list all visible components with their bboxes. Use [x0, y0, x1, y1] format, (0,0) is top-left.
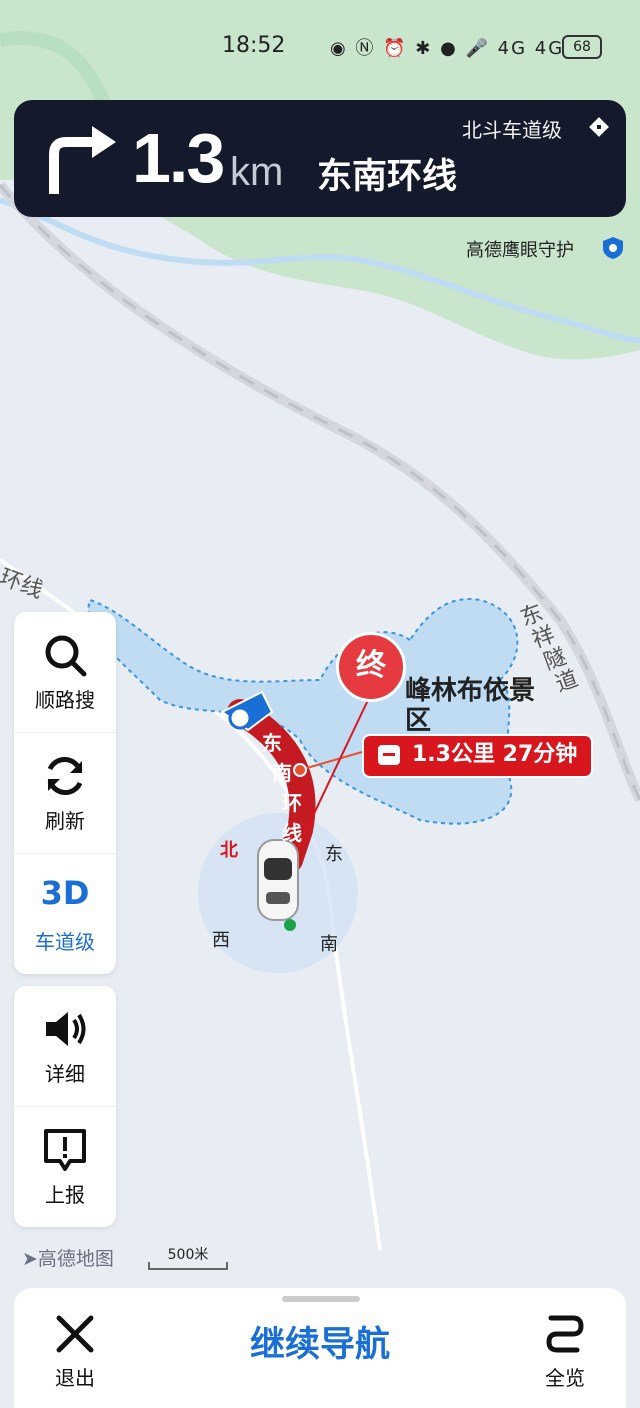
bottom-bar: 退出 继续导航 全览 — [14, 1288, 626, 1408]
battery-icon: 68 — [562, 35, 602, 59]
eye-guard-label[interactable]: 高德鹰眼守护 — [466, 236, 574, 262]
compass-north: 北 — [220, 840, 238, 861]
report-icon — [44, 1129, 86, 1171]
status-bar: 18:52 ◉ Ⓝ ⏰ ✱ ● 🎤 4G 4G 68 — [0, 30, 640, 66]
satellite-icon — [589, 117, 609, 137]
route-road-label: 东 南 环 线 — [262, 731, 302, 845]
compass-west: 西 — [212, 930, 230, 951]
refresh-button[interactable]: 刷新 — [14, 732, 116, 853]
end-pin[interactable]: 终 — [336, 632, 406, 702]
continue-navigation-button[interactable]: 继续导航 — [214, 1316, 426, 1367]
shield-icon[interactable] — [602, 236, 624, 260]
drag-handle[interactable] — [282, 1296, 360, 1302]
voice-report-panel: 详细 上报 — [14, 986, 116, 1227]
message-icon — [378, 745, 400, 765]
turn-right-icon — [49, 126, 116, 194]
compass-south: 南 — [320, 934, 338, 955]
route-info-text: 1.3公里 27分钟 — [412, 742, 578, 767]
route-overview-icon — [546, 1315, 584, 1353]
scale-bar: 500米 — [148, 1244, 228, 1270]
lane-level-label: 北斗车道级 — [462, 118, 562, 142]
exit-button[interactable]: 退出 — [40, 1308, 110, 1390]
speaker-icon — [46, 1012, 86, 1046]
compass-east: 东 — [325, 844, 343, 865]
status-time: 18:52 — [222, 33, 286, 58]
nav-banner[interactable]: 1.3 km 东南环线 北斗车道级 — [14, 100, 626, 217]
overview-button[interactable]: 全览 — [530, 1308, 600, 1390]
route-info-badge[interactable]: 1.3公里 27分钟 — [362, 734, 594, 778]
close-icon — [56, 1315, 94, 1353]
3d-lane-toggle[interactable]: 3D 车道级 — [14, 853, 116, 974]
map-tools-panel: 顺路搜 刷新 3D 车道级 — [14, 612, 116, 974]
poi-label[interactable]: 峰林布依景区 — [405, 676, 535, 734]
car-marker — [257, 839, 299, 931]
along-route-search-button[interactable]: 顺路搜 — [14, 612, 116, 732]
amap-logo: ➤高德地图 — [22, 1248, 114, 1270]
report-button[interactable]: 上报 — [14, 1106, 116, 1227]
refresh-icon — [47, 757, 83, 795]
nav-distance-unit: km — [230, 150, 284, 194]
nav-distance: 1.3 — [132, 119, 225, 197]
voice-detail-button[interactable]: 详细 — [14, 986, 116, 1106]
nav-road-name: 东南环线 — [317, 157, 458, 197]
search-icon — [45, 635, 87, 677]
status-icons: ◉ Ⓝ ⏰ ✱ ● 🎤 4G 4G — [330, 38, 565, 59]
